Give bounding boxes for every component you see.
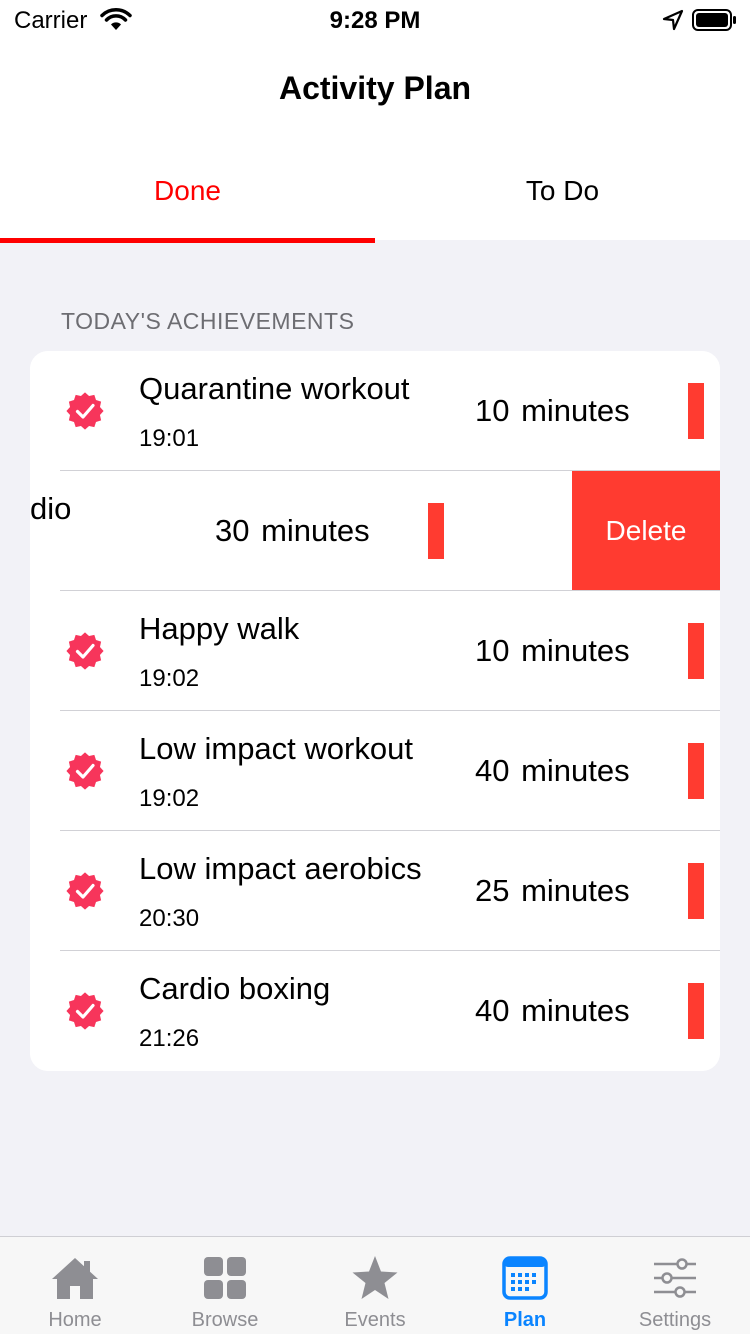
status-color-bar	[688, 743, 704, 799]
row-content: Quarantine workout 19:01 10 minutes	[30, 351, 720, 471]
tab-to-do[interactable]: To Do	[375, 160, 750, 240]
star-icon	[352, 1256, 398, 1299]
tabbar-settings[interactable]: Settings	[600, 1237, 750, 1334]
tab-bar: Home Browse Events Plan Settings	[0, 1236, 750, 1334]
activity-duration: 25 minutes	[475, 873, 630, 908]
battery-icon	[692, 9, 736, 31]
calendar-icon	[502, 1256, 548, 1300]
list-item[interactable]: Cardio boxing 21:26 40 minutes	[30, 951, 720, 1071]
list-item[interactable]: Low impact workout 19:02 40 minutes	[30, 711, 720, 831]
row-content: Low impact workout 19:02 40 minutes	[30, 711, 720, 831]
checkmark-seal-icon	[66, 632, 104, 670]
tab-done[interactable]: Done	[0, 160, 375, 240]
tabbar-label: Settings	[638, 1309, 712, 1331]
status-color-bar	[428, 503, 444, 559]
top-bar: Carrier 9:28 PM Activity Plan Done To Do	[0, 0, 750, 243]
activity-title: Quarantine workout	[139, 371, 410, 406]
checkmark-seal-icon	[66, 872, 104, 910]
row-content: mba cardio 01 30 minutes	[30, 471, 608, 591]
tabbar-events[interactable]: Events	[300, 1237, 450, 1334]
activity-duration: 40 minutes	[475, 753, 630, 788]
tab-selection-indicator	[0, 238, 375, 243]
status-color-bar	[688, 983, 704, 1039]
tabbar-label: Events	[344, 1309, 406, 1331]
achievements-list: Quarantine workout 19:01 10 minutes mba …	[30, 351, 720, 1071]
status-color-bar	[688, 383, 704, 439]
tabbar-plan[interactable]: Plan	[450, 1237, 600, 1334]
activity-duration: 10 minutes	[475, 393, 630, 428]
activity-time: 19:02	[139, 785, 200, 812]
activity-title: Low impact aerobics	[139, 851, 422, 886]
row-content: Cardio boxing 21:26 40 minutes	[30, 951, 720, 1071]
house-icon	[52, 1258, 98, 1299]
section-header: TODAY'S ACHIEVEMENTS	[61, 308, 355, 334]
status-time: 9:28 PM	[329, 7, 421, 34]
activity-duration: 30 minutes	[215, 513, 370, 548]
activity-time: 20:30	[139, 905, 200, 932]
checkmark-seal-icon	[66, 992, 104, 1030]
activity-duration: 10 minutes	[475, 633, 630, 668]
activity-duration: 40 minutes	[475, 993, 630, 1028]
location-arrow-icon	[662, 9, 684, 31]
delete-button[interactable]: Delete	[572, 471, 720, 591]
status-color-bar	[688, 623, 704, 679]
row-content: Happy walk 19:02 10 minutes	[30, 591, 720, 711]
activity-title: Low impact workout	[139, 731, 413, 766]
activity-title: mba cardio	[30, 491, 72, 526]
activity-title: Happy walk	[139, 611, 300, 646]
segmented-tabs: Done To Do	[0, 160, 750, 240]
status-color-bar	[688, 863, 704, 919]
activity-time: 19:01	[139, 425, 200, 452]
list-item[interactable]: mba cardio 01 30 minutes Delete	[30, 471, 720, 591]
list-item[interactable]: Quarantine workout 19:01 10 minutes	[30, 351, 720, 471]
tabbar-label: Browse	[191, 1309, 259, 1331]
checkmark-seal-icon	[66, 392, 104, 430]
tabbar-label: Plan	[503, 1309, 547, 1331]
activity-time: 21:26	[139, 1025, 200, 1052]
grid-icon	[204, 1257, 246, 1299]
list-item[interactable]: Happy walk 19:02 10 minutes	[30, 591, 720, 711]
activity-time: 19:02	[139, 665, 200, 692]
checkmark-seal-icon	[66, 752, 104, 790]
sliders-icon	[654, 1258, 696, 1298]
list-item[interactable]: Low impact aerobics 20:30 25 minutes	[30, 831, 720, 951]
page-title: Activity Plan	[278, 70, 472, 106]
activity-title: Cardio boxing	[139, 971, 331, 1006]
tabbar-label: Home	[48, 1309, 102, 1331]
tabbar-home[interactable]: Home	[0, 1237, 150, 1334]
tabbar-browse[interactable]: Browse	[150, 1237, 300, 1334]
status-bar: Carrier 9:28 PM	[0, 0, 750, 40]
row-content: Low impact aerobics 20:30 25 minutes	[30, 831, 720, 951]
